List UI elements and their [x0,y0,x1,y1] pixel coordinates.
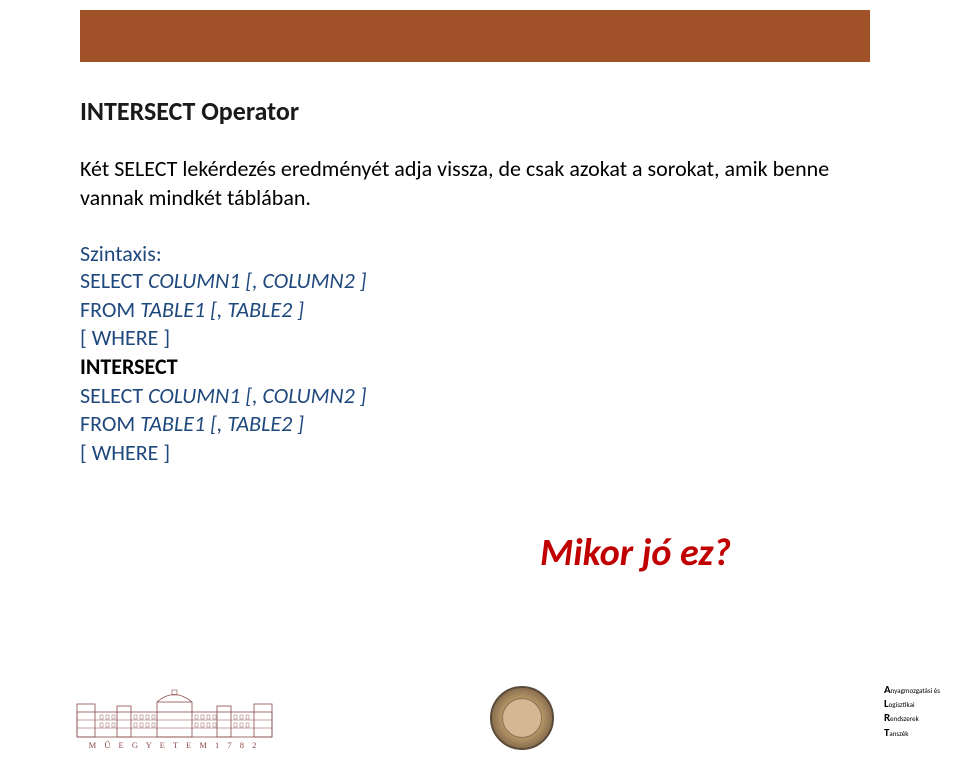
syntax-keyword: SELECT [80,267,148,294]
syntax-param: TABLE1 [, TABLE2 ] [140,410,304,437]
slide-content: INTERSECT Operator Két SELECT lekérdezés… [80,95,860,467]
slide-title: INTERSECT Operator [80,95,860,127]
syntax-param: COLUMN1 [, COLUMN2 ] [148,382,366,409]
syntax-keyword: FROM [80,410,140,437]
department-logo: Anyagmozgatási és Logisztikai Rendszerek… [884,683,940,740]
seal-inner [502,698,542,738]
syntax-label: Szintaxis: [80,240,860,267]
seal-logo [490,686,554,750]
syntax-param: TABLE1 [, TABLE2 ] [140,296,304,323]
syntax-keyword: SELECT [80,382,148,409]
syntax-param: COLUMN1 [, COLUMN2 ] [148,267,366,294]
dept-line-1: Anyagmozgatási és [884,683,940,697]
university-logo: M Ű E G Y E T E M 1 7 8 2 [72,682,277,752]
dept-line-3: Rendszerek [884,711,940,725]
syntax-line-2: FROM TABLE1 [, TABLE2 ] [80,296,860,325]
syntax-line-3: [ WHERE ] [80,324,860,353]
callout-question: Mikor jó ez? [540,530,731,576]
syntax-line-4: INTERSECT [80,353,860,382]
header-bar [80,10,870,62]
dept-line-4: Tanszék [884,726,940,740]
logo-text: M Ű E G Y E T E M 1 7 8 2 [89,740,260,750]
dept-line-2: Logisztikai [884,697,940,711]
syntax-keyword: FROM [80,296,140,323]
syntax-line-1: SELECT COLUMN1 [, COLUMN2 ] [80,267,860,296]
building-icon: M Ű E G Y E T E M 1 7 8 2 [72,682,277,752]
syntax-line-5: SELECT COLUMN1 [, COLUMN2 ] [80,382,860,411]
slide-description: Két SELECT lekérdezés eredményét adja vi… [80,155,860,212]
syntax-line-7: [ WHERE ] [80,439,860,468]
seal-icon [490,686,554,750]
syntax-line-6: FROM TABLE1 [, TABLE2 ] [80,410,860,439]
footer: M Ű E G Y E T E M 1 7 8 2 Anyagmozgatási… [0,672,960,752]
